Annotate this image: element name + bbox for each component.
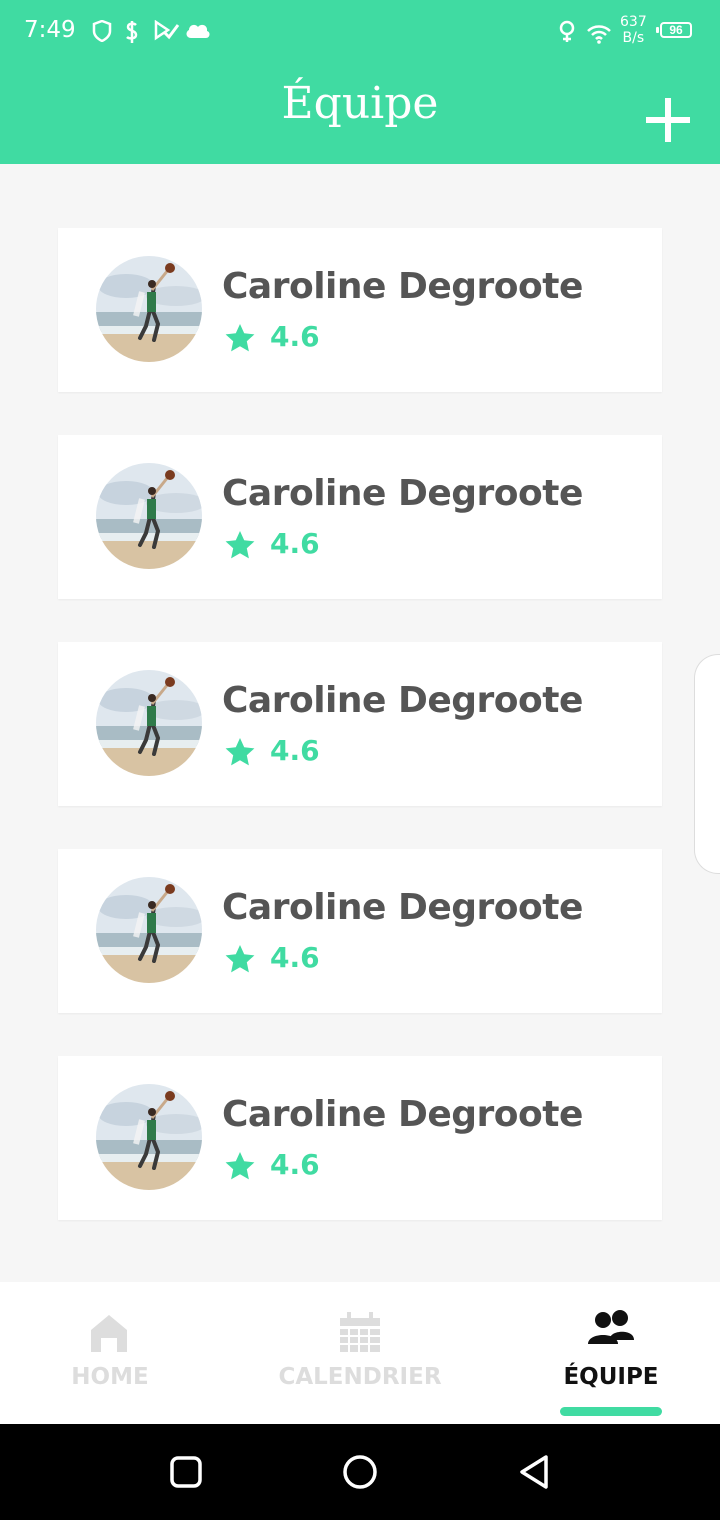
avatar <box>96 463 202 569</box>
team-member-card[interactable]: Caroline Degroote 4.6 <box>58 642 662 806</box>
status-time: 7:49 <box>24 17 76 43</box>
rating-value: 4.6 <box>270 941 320 974</box>
page-title: Équipe <box>281 78 439 129</box>
member-name: Caroline Degroote <box>222 887 583 928</box>
add-member-button[interactable] <box>646 98 690 142</box>
network-speed: 637 B/s <box>620 14 647 46</box>
team-member-card[interactable]: Caroline Degroote 4.6 <box>58 435 662 599</box>
cloud-icon <box>186 24 210 38</box>
star-icon <box>225 1152 255 1180</box>
team-member-card[interactable]: Caroline Degroote 4.6 <box>58 228 662 392</box>
battery-icon: 96 <box>656 22 694 40</box>
member-name: Caroline Degroote <box>222 680 583 721</box>
bottom-navigation: HOME CALENDRIER ÉQUIPE <box>0 1282 720 1424</box>
tab-calendrier[interactable]: CALENDRIER <box>255 1282 465 1424</box>
app-header: 7:49 637 B/s 96 Équipe <box>0 0 720 164</box>
location-icon <box>559 20 575 42</box>
speed-value: 637 <box>620 14 647 30</box>
tab-equipe-label: ÉQUIPE <box>563 1364 659 1390</box>
rating-value: 4.6 <box>270 1148 320 1181</box>
recent-apps-icon[interactable] <box>168 1454 204 1490</box>
team-member-card[interactable]: Caroline Degroote 4.6 <box>58 1056 662 1220</box>
rating-value: 4.6 <box>270 320 320 353</box>
avatar <box>96 877 202 983</box>
shield-icon <box>92 20 112 42</box>
team-icon <box>588 1310 634 1344</box>
star-icon <box>225 738 255 766</box>
calendar-icon <box>340 1312 380 1352</box>
dollar-icon <box>126 21 138 43</box>
member-name: Caroline Degroote <box>222 1094 583 1135</box>
check-icon <box>154 20 180 41</box>
wifi-icon <box>587 25 611 44</box>
star-icon <box>225 324 255 352</box>
star-icon <box>225 531 255 559</box>
member-name: Caroline Degroote <box>222 266 583 307</box>
avatar <box>96 670 202 776</box>
tab-home-label: HOME <box>71 1364 149 1390</box>
tab-equipe[interactable]: ÉQUIPE <box>540 1282 682 1424</box>
rating-value: 4.6 <box>270 527 320 560</box>
team-member-card[interactable]: Caroline Degroote 4.6 <box>58 849 662 1013</box>
avatar <box>96 256 202 362</box>
system-navigation-bar <box>0 1424 720 1520</box>
home-icon <box>91 1315 127 1352</box>
star-icon <box>225 945 255 973</box>
edge-panel-handle[interactable] <box>694 654 720 874</box>
speed-unit: B/s <box>622 30 645 46</box>
active-tab-indicator <box>560 1407 662 1416</box>
battery-level: 96 <box>669 23 683 37</box>
back-icon[interactable] <box>516 1454 552 1490</box>
tab-calendrier-label: CALENDRIER <box>278 1364 442 1390</box>
team-list: Caroline Degroote 4.6 Caroline Degroote … <box>58 228 662 1263</box>
member-name: Caroline Degroote <box>222 473 583 514</box>
rating-value: 4.6 <box>270 734 320 767</box>
tab-home[interactable]: HOME <box>40 1282 180 1424</box>
avatar <box>96 1084 202 1190</box>
home-button-icon[interactable] <box>342 1454 378 1490</box>
status-bar: 7:49 637 B/s 96 <box>0 0 720 64</box>
